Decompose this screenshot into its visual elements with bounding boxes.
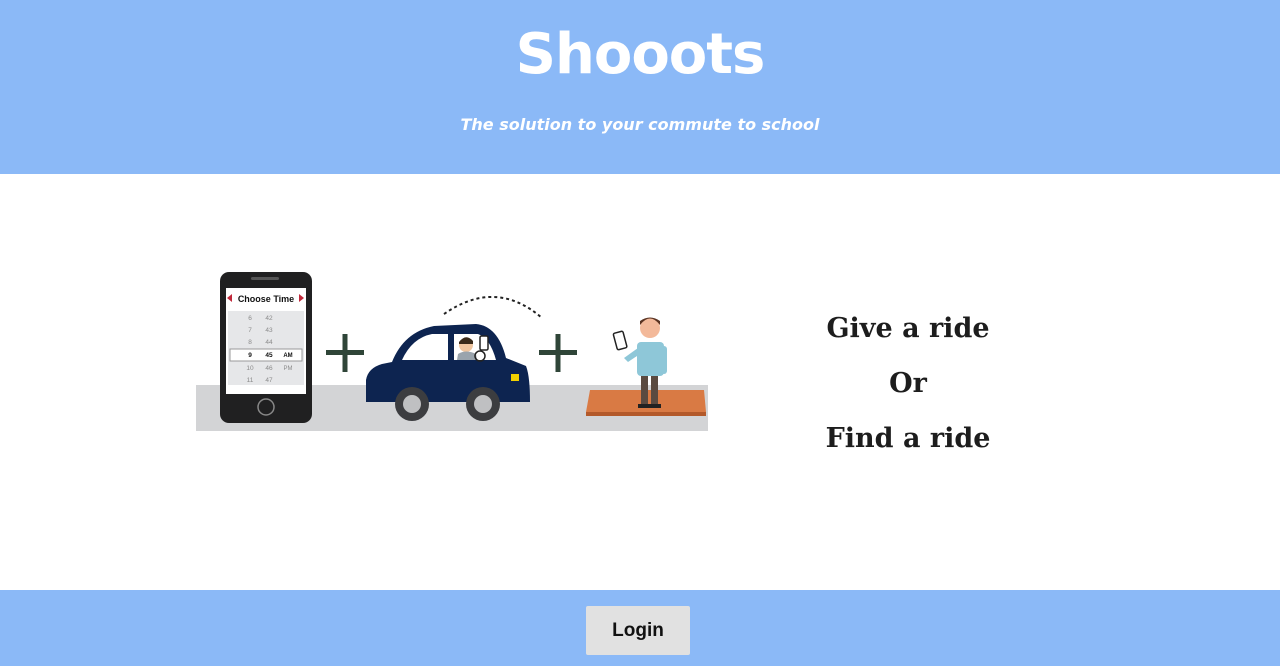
login-button[interactable]: Login — [586, 606, 690, 655]
time-hour: 9 — [248, 352, 252, 359]
time-minute: 47 — [265, 377, 273, 384]
smartphone-icon: Choose Time 6 42 7 43 8 44 9 45 AM 10 46… — [220, 272, 312, 423]
site-footer: Login — [0, 590, 1280, 666]
time-minute: 42 — [265, 315, 273, 322]
main-content: Choose Time 6 42 7 43 8 44 9 45 AM 10 46… — [0, 174, 1280, 590]
time-hour: 7 — [248, 327, 252, 334]
time-hour: 8 — [248, 339, 252, 346]
commute-illustration: Choose Time 6 42 7 43 8 44 9 45 AM 10 46… — [196, 272, 708, 431]
time-minute: 43 — [265, 327, 273, 334]
time-hour: 10 — [246, 365, 254, 372]
time-hour: 11 — [247, 377, 254, 384]
time-period: AM — [283, 353, 292, 359]
time-hour: 6 — [248, 315, 252, 322]
time-period: PM — [284, 366, 293, 372]
plus-icon — [539, 334, 577, 372]
time-minute: 44 — [265, 339, 273, 346]
site-header: Shooots The solution to your commute to … — [0, 0, 1280, 174]
site-subtitle: The solution to your commute to school — [460, 115, 820, 134]
plus-icon — [326, 334, 364, 372]
signal-arc — [443, 295, 543, 319]
find-ride-label: Find a ride — [825, 423, 991, 454]
time-minute: 46 — [265, 365, 273, 372]
or-label: Or — [889, 368, 927, 399]
give-ride-label: Give a ride — [826, 313, 990, 344]
phone-screen-title: Choose Time — [238, 294, 294, 304]
time-minute: 45 — [265, 352, 273, 359]
site-title: Shooots — [515, 22, 766, 87]
